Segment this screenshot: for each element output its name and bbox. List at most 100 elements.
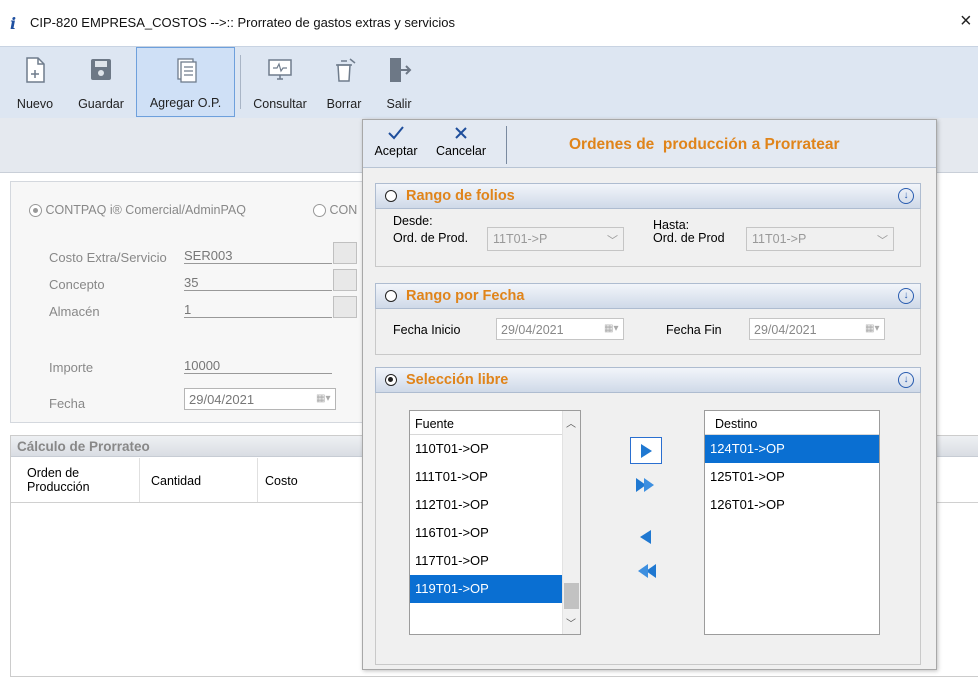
almacen-lookup-icon[interactable] [333, 296, 357, 318]
move-right-button[interactable] [630, 437, 662, 464]
monitor-icon [268, 59, 292, 80]
section-folios-header[interactable]: Rango de folios ↓ [375, 183, 921, 209]
ord-prod-from-value: 11T01->P [493, 232, 548, 246]
play-left-icon [640, 529, 651, 544]
expand-arrow-icon[interactable]: ↓ [898, 188, 914, 204]
dialog-toolbar: Aceptar Cancelar Ordenes de producción a… [363, 120, 936, 168]
list-item[interactable]: 112T01->OP [410, 491, 564, 519]
radio-other[interactable]: CON [313, 203, 358, 218]
cancel-button[interactable]: Cancelar [429, 122, 493, 166]
close-icon[interactable]: × [960, 10, 972, 33]
fecha-value: 29/04/2021 [189, 392, 255, 407]
col-orden-produccion[interactable]: Orden de Producción [27, 466, 90, 494]
concepto-field[interactable]: 35 [184, 275, 332, 291]
window-title: CIP-820 EMPRESA_COSTOS -->:: Prorrateo d… [30, 15, 455, 30]
list-item-selected[interactable]: 124T01->OP [705, 435, 879, 463]
radio-contpaq-label: CONTPAQ i® Comercial/AdminPAQ [45, 203, 246, 217]
main-toolbar: Nuevo Guardar Agregar O.P. Consultar Bor… [0, 46, 978, 120]
add-op-button-label: Agregar O.P. [149, 96, 222, 110]
list-item[interactable]: 117T01->OP [410, 547, 564, 575]
new-document-icon [26, 57, 45, 83]
list-item[interactable]: 125T01->OP [705, 463, 879, 491]
query-button-label: Consultar [253, 97, 307, 111]
fecha-inicio-picker[interactable]: 29/04/2021 ▦▾ [496, 318, 624, 340]
col-cantidad[interactable]: Cantidad [151, 474, 201, 488]
ord-prod-to-label: Ord. de Prod [653, 231, 725, 245]
list-item[interactable]: 126T01->OP [705, 491, 879, 519]
destino-listbox[interactable]: Destino 124T01->OP 125T01->OP 126T01->OP [704, 410, 880, 635]
add-op-button[interactable]: Agregar O.P. [136, 47, 235, 117]
accept-button[interactable]: Aceptar [367, 122, 425, 166]
chevron-down-icon: ﹀ [607, 235, 618, 247]
radio-contpaq-dot [29, 204, 42, 218]
fecha-fin-picker[interactable]: 29/04/2021 ▦▾ [749, 318, 885, 340]
toolbar-divider [240, 55, 241, 109]
list-item[interactable]: 111T01->OP [410, 463, 564, 491]
move-all-left-button[interactable] [630, 557, 662, 584]
list-item-selected[interactable]: 119T01->OP [410, 575, 564, 603]
checkmark-icon [388, 126, 404, 140]
delete-button[interactable]: Borrar [316, 47, 372, 117]
section-fecha-header[interactable]: Rango por Fecha ↓ [375, 283, 921, 309]
fecha-date-picker[interactable]: 29/04/2021 ▦▾ [184, 388, 336, 410]
ord-prod-from-select[interactable]: 11T01->P ﹀ [487, 227, 624, 251]
radio-folios[interactable] [385, 190, 397, 202]
dialog-title: Ordenes de producción a Prorratear [569, 136, 840, 153]
costo-lookup-icon[interactable] [333, 242, 357, 264]
query-button[interactable]: Consultar [244, 47, 316, 117]
costo-label: Costo Extra/Servicio [49, 250, 167, 265]
delete-bin-icon [336, 58, 356, 82]
costo-field[interactable]: SER003 [184, 248, 332, 264]
radio-other-label: CON [329, 203, 358, 217]
expand-arrow-icon[interactable]: ↓ [898, 372, 914, 388]
radio-fecha[interactable] [385, 290, 397, 302]
col-divider [139, 458, 140, 502]
save-disk-icon [91, 59, 111, 80]
section-libre-header[interactable]: Selección libre ↓ [375, 367, 921, 393]
fecha-fin-label: Fecha Fin [666, 323, 722, 337]
almacen-field[interactable]: 1 [184, 302, 332, 318]
fuente-header: Fuente [410, 411, 563, 435]
title-bar: i CIP-820 EMPRESA_COSTOS -->:: Prorrateo… [0, 0, 978, 46]
scroll-thumb[interactable] [564, 583, 579, 609]
scroll-up-icon[interactable]: ︿ [566, 415, 576, 430]
importe-field[interactable]: 10000 [184, 358, 332, 374]
ord-prod-to-value: 11T01->P [752, 232, 807, 246]
col-costo[interactable]: Costo [265, 474, 298, 488]
calendar-dropdown-icon[interactable]: ▦▾ [316, 393, 332, 405]
desde-label: Desde: [393, 214, 433, 228]
section-fecha-title: Rango por Fecha [406, 288, 525, 304]
list-item[interactable]: 110T01->OP [410, 435, 564, 463]
new-button[interactable]: Nuevo [4, 47, 66, 117]
radio-contpaq[interactable]: CONTPAQ i® Comercial/AdminPAQ [29, 203, 246, 218]
calendar-dropdown-icon[interactable]: ▦▾ [604, 323, 620, 335]
ord-prod-to-select[interactable]: 11T01->P ﹀ [746, 227, 894, 251]
chevron-down-icon: ﹀ [877, 235, 888, 247]
double-right-icon [636, 477, 654, 492]
concepto-lookup-icon[interactable] [333, 269, 357, 291]
fecha-inicio-value: 29/04/2021 [501, 323, 564, 337]
cancel-button-label: Cancelar [435, 144, 487, 158]
exit-button[interactable]: Salir [372, 47, 426, 117]
move-all-right-button[interactable] [630, 471, 662, 498]
delete-button-label: Borrar [326, 97, 362, 111]
list-item[interactable]: 116T01->OP [410, 519, 564, 547]
fecha-label: Fecha [49, 396, 86, 411]
expand-arrow-icon[interactable]: ↓ [898, 288, 914, 304]
section-libre-title: Selección libre [406, 372, 509, 388]
radio-libre[interactable] [385, 374, 397, 386]
move-left-button[interactable] [630, 523, 662, 550]
radio-other-dot [313, 204, 326, 218]
section-folios-title: Rango de folios [406, 188, 515, 204]
save-button-label: Guardar [78, 97, 124, 111]
play-right-icon [641, 443, 652, 458]
calendar-dropdown-icon[interactable]: ▦▾ [865, 323, 881, 335]
scroll-down-icon[interactable]: ﹀ [566, 615, 576, 630]
fuente-scrollbar[interactable]: ︿ ﹀ [562, 411, 580, 634]
app-info-icon: i [10, 14, 17, 33]
close-x-icon [455, 127, 467, 139]
fuente-listbox[interactable]: Fuente 110T01->OP 111T01->OP 112T01->OP … [409, 410, 581, 635]
exit-door-icon [390, 58, 412, 82]
ord-prod-from-label: Ord. de Prod. [393, 231, 469, 245]
save-button[interactable]: Guardar [68, 47, 134, 117]
